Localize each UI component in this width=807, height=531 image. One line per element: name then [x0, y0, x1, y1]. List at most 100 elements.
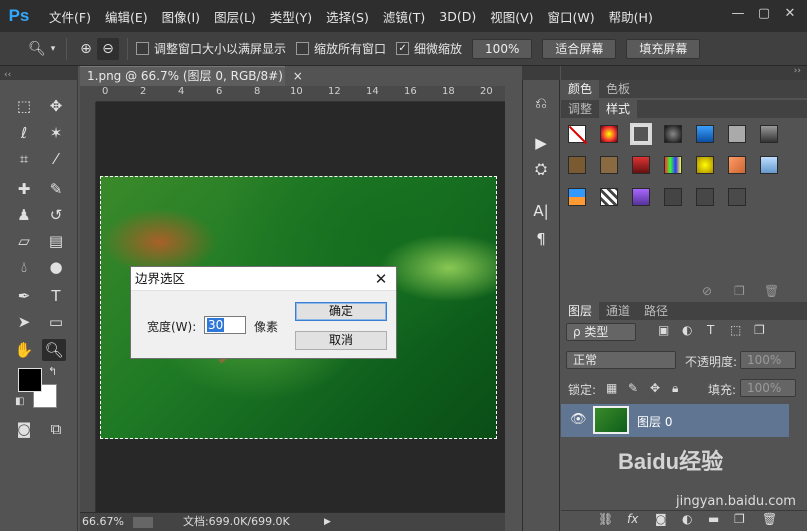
menu-view[interactable]: 视图(V)	[483, 7, 540, 26]
lock-transparent-icon[interactable]: ▦	[606, 381, 617, 395]
zoom-in-icon[interactable]: ⊕	[75, 38, 97, 60]
style-swatch[interactable]	[600, 125, 618, 143]
layer-visibility-eye-icon[interactable]: 👁︎	[570, 412, 587, 427]
menu-help[interactable]: 帮助(H)	[602, 7, 660, 26]
clone-stamp-icon[interactable]: ♟	[12, 204, 36, 226]
adjustment-layer-icon[interactable]: ◐	[682, 512, 692, 526]
menu-3d[interactable]: 3D(D)	[432, 9, 483, 24]
lock-position-icon[interactable]: ✥	[650, 381, 660, 395]
zoom-out-icon[interactable]: ⊖	[97, 37, 119, 60]
history-panel-icon[interactable]: ⎌	[530, 92, 552, 114]
style-swatch[interactable]	[760, 156, 778, 174]
scrubby-zoom-checkbox[interactable]: ✓	[396, 42, 410, 55]
blur-tool-icon[interactable]: 💧︎	[12, 256, 36, 278]
style-swatch[interactable]	[664, 188, 682, 206]
style-swatch[interactable]	[568, 188, 586, 206]
new-style-icon[interactable]: ❐	[734, 284, 745, 298]
fit-screen-button[interactable]: 适合屏幕	[542, 38, 617, 59]
character-panel-icon[interactable]: A|	[530, 200, 552, 222]
crop-tool-icon[interactable]: ⌗	[12, 148, 36, 170]
opacity-input[interactable]: 100%	[740, 351, 796, 369]
history-brush-icon[interactable]: ↺	[44, 204, 68, 226]
style-swatch[interactable]	[632, 156, 650, 174]
menu-select[interactable]: 选择(S)	[319, 7, 376, 26]
fill-screen-button[interactable]: 填充屏幕	[626, 38, 701, 59]
style-swatch[interactable]	[728, 156, 746, 174]
document-tab[interactable]: 1.png @ 66.7% (图层 0, RGB/8#) ×	[80, 66, 303, 86]
move-tool-icon[interactable]: ✥	[44, 95, 68, 117]
menu-image[interactable]: 图像(I)	[155, 7, 207, 26]
hand-tool-icon[interactable]: ✋	[12, 339, 36, 361]
actions-panel-icon[interactable]: ▶	[530, 132, 552, 154]
filter-pixel-icon[interactable]: ▣	[658, 323, 669, 337]
style-swatch[interactable]	[696, 156, 714, 174]
tab-paths[interactable]: 路径	[637, 302, 675, 320]
properties-panel-icon[interactable]: ⛭	[530, 158, 552, 180]
menu-file[interactable]: 文件(F)	[42, 7, 98, 26]
style-swatch[interactable]	[696, 188, 714, 206]
zoom-tool-icon[interactable]: 🔍︎	[26, 38, 48, 60]
foreground-color-swatch[interactable]	[18, 368, 42, 392]
tab-swatches[interactable]: 色板	[599, 80, 637, 98]
zoom-level[interactable]: 66.67%	[80, 515, 124, 528]
resize-windows-checkbox[interactable]	[136, 42, 149, 55]
blend-mode-select[interactable]: 正常	[566, 351, 676, 369]
marquee-tool-icon[interactable]: ⬚	[12, 95, 36, 117]
filter-type-icon[interactable]: T	[707, 323, 714, 337]
collapsed-panels-header[interactable]	[522, 66, 560, 80]
new-group-icon[interactable]: ▬	[708, 512, 719, 526]
layer-effects-icon[interactable]: fx	[627, 512, 638, 526]
tool-preset-dropdown-icon[interactable]: ▾	[48, 38, 58, 60]
eyedropper-icon[interactable]: ⁄	[44, 148, 68, 170]
menu-edit[interactable]: 编辑(E)	[98, 7, 155, 26]
style-swatch[interactable]	[664, 125, 682, 143]
delete-layer-icon[interactable]: 🗑︎	[762, 512, 777, 526]
link-layers-icon[interactable]: ⛓	[598, 512, 613, 526]
zoom-all-windows-checkbox[interactable]	[296, 42, 310, 55]
menu-filter[interactable]: 滤镜(T)	[376, 7, 432, 26]
lasso-tool-icon[interactable]: ℓ	[12, 122, 36, 144]
status-preview-icon[interactable]	[133, 516, 154, 528]
pen-tool-icon[interactable]: ✒	[12, 285, 36, 307]
magic-wand-icon[interactable]: ✶	[44, 122, 68, 144]
menu-type[interactable]: 类型(Y)	[263, 7, 319, 26]
dialog-close-icon[interactable]: ✕	[372, 270, 390, 288]
scrubby-zoom-option[interactable]: ✓ 细微缩放	[396, 40, 462, 57]
rectangle-tool-icon[interactable]: ▭	[44, 311, 68, 333]
layer-kind-filter[interactable]: ρ 类型	[566, 323, 636, 341]
tools-panel-header[interactable]: ‹‹	[0, 66, 78, 80]
close-window-button[interactable]: ✕	[779, 5, 801, 23]
ok-button[interactable]: 确定	[295, 302, 387, 321]
minimize-button[interactable]: —	[727, 5, 749, 23]
menu-layer[interactable]: 图层(L)	[207, 7, 263, 26]
tab-layers[interactable]: 图层	[561, 302, 600, 320]
layer-mask-icon[interactable]: ◙	[655, 512, 667, 526]
style-swatch[interactable]	[568, 156, 586, 174]
fill-input[interactable]: 100%	[740, 379, 796, 397]
resize-windows-option[interactable]: 调整窗口大小以满屏显示	[136, 40, 286, 57]
layer-name[interactable]: 图层 0	[637, 413, 672, 430]
right-panels-header[interactable]: ››	[561, 66, 807, 80]
style-swatch[interactable]	[696, 125, 714, 143]
ruler-origin[interactable]	[80, 86, 96, 102]
zoom-all-windows-option[interactable]: 缩放所有窗口	[296, 40, 386, 57]
menu-window[interactable]: 窗口(W)	[541, 7, 602, 26]
style-swatch[interactable]	[728, 125, 746, 143]
dodge-tool-icon[interactable]: ●	[44, 256, 68, 278]
clear-style-icon[interactable]: ⊘	[702, 284, 712, 298]
close-document-icon[interactable]: ×	[293, 69, 303, 83]
default-colors-icon[interactable]: ◧	[15, 396, 24, 407]
layer-thumbnail[interactable]	[593, 406, 629, 434]
maximize-button[interactable]: ▢	[753, 5, 775, 23]
style-swatch[interactable]	[632, 188, 650, 206]
brush-tool-icon[interactable]: ✎	[44, 178, 68, 200]
paragraph-panel-icon[interactable]: ¶	[530, 228, 552, 250]
tab-channels[interactable]: 通道	[599, 302, 637, 320]
tab-color[interactable]: 颜色	[561, 80, 600, 98]
zoom-tool-icon[interactable]: 🔍︎	[42, 339, 66, 361]
style-none-swatch[interactable]	[568, 125, 588, 145]
width-input[interactable]: 30	[204, 316, 246, 334]
quick-mask-icon[interactable]: ◙	[12, 418, 36, 440]
eraser-tool-icon[interactable]: ▱	[12, 230, 36, 252]
delete-style-icon[interactable]: 🗑︎	[764, 284, 779, 298]
